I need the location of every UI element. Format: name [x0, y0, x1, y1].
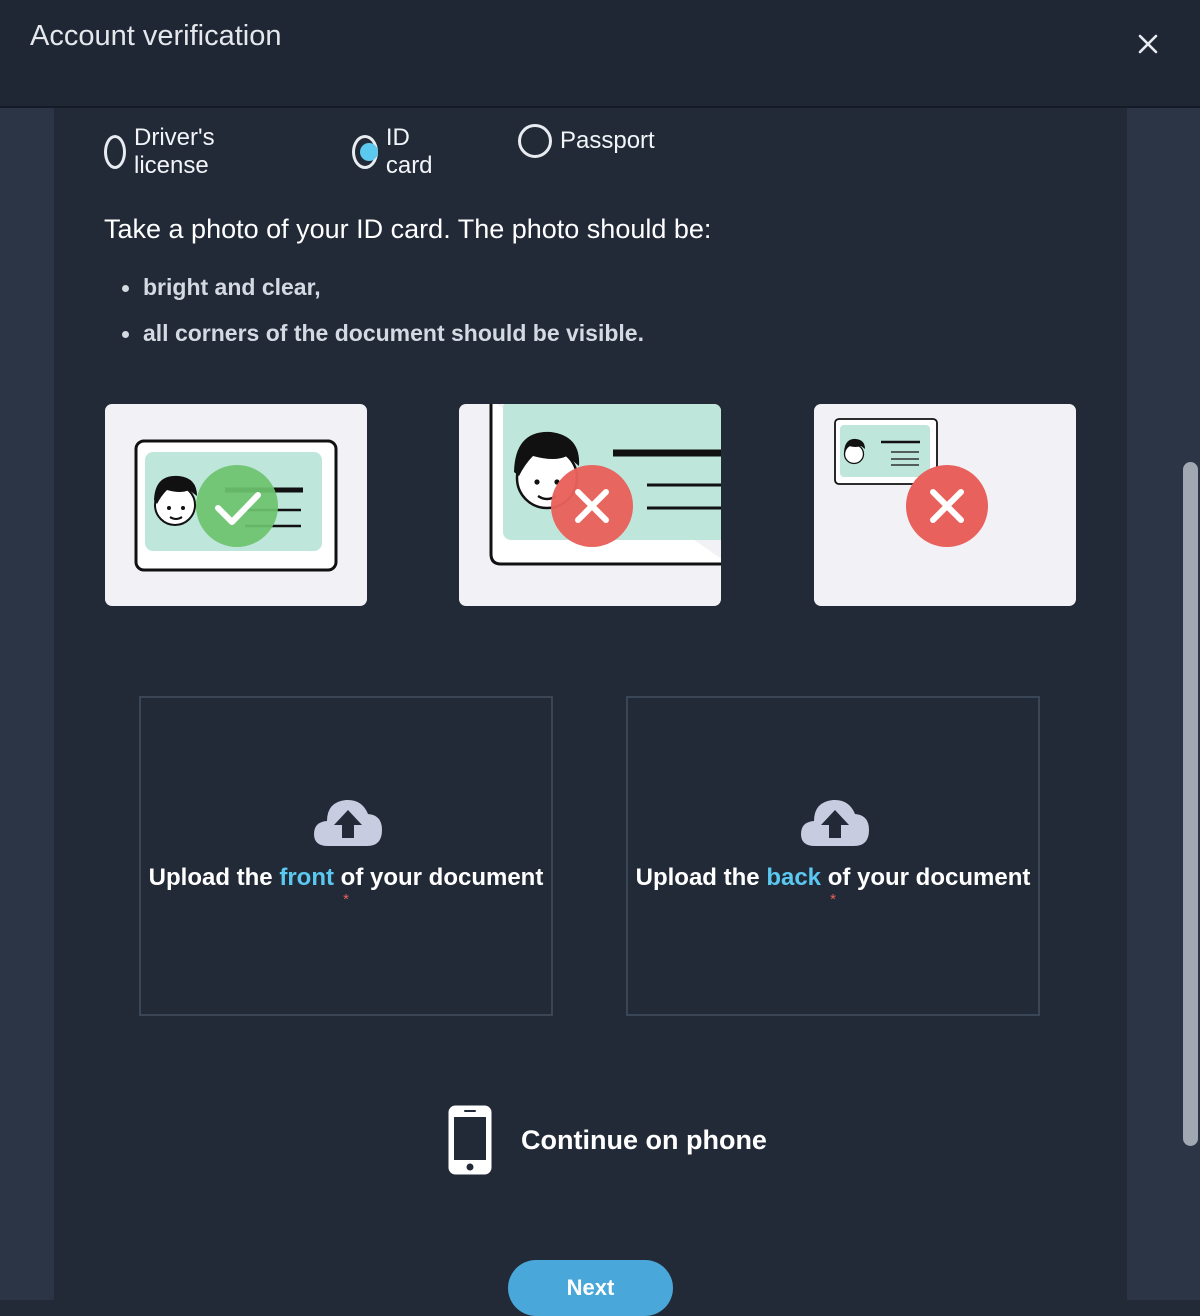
radio-label: Driver's license	[134, 124, 215, 179]
radio-id-card[interactable]: ID card	[352, 124, 441, 180]
face-illustration	[154, 475, 197, 526]
upload-suffix: of your document	[827, 864, 1031, 891]
example-incorrect-cropped	[459, 404, 721, 606]
radio-circle[interactable]	[104, 135, 126, 169]
upload-front-dropzone[interactable]: Upload the front of your document *	[139, 696, 553, 1016]
upload-suffix: of your document	[340, 864, 544, 891]
cloud-upload-icon	[801, 799, 869, 846]
close-button[interactable]	[1134, 30, 1162, 58]
continue-on-phone-label: Continue on phone	[521, 1124, 767, 1155]
left-gutter	[0, 108, 54, 1300]
upload-prefix: Upload the	[148, 864, 273, 891]
phone-icon	[448, 1105, 492, 1175]
radio-drivers-license[interactable]: Driver's license	[104, 124, 227, 180]
upload-back-label: Upload the back of your document	[628, 864, 1038, 892]
example-incorrect-too-far	[814, 404, 1076, 606]
instruction-item: all corners of the document should be vi…	[122, 320, 644, 346]
close-icon	[1138, 34, 1158, 54]
dialog-title: Account verification	[30, 20, 282, 52]
instructions-heading: Take a photo of your ID card. The photo …	[104, 214, 712, 244]
upload-prefix: Upload the	[635, 864, 760, 891]
radio-label: Passport	[560, 127, 655, 154]
scrollbar-thumb[interactable]	[1183, 462, 1198, 1146]
x-icon	[551, 465, 633, 547]
radio-circle[interactable]	[518, 124, 552, 158]
example-correct-photo	[105, 404, 367, 606]
x-icon	[906, 465, 988, 547]
instructions-list: bright and clear, all corners of the doc…	[122, 274, 644, 366]
required-asterisk: *	[830, 891, 836, 908]
upload-back-dropzone[interactable]: Upload the back of your document *	[626, 696, 1040, 1016]
instruction-item: bright and clear,	[122, 274, 644, 300]
upload-highlight: front	[279, 864, 334, 891]
upload-highlight: back	[766, 864, 822, 891]
continue-on-phone-link[interactable]: Continue on phone	[447, 1104, 767, 1176]
upload-front-label: Upload the front of your document	[141, 864, 551, 892]
radio-label: ID card	[385, 124, 433, 179]
next-button[interactable]: Next	[508, 1260, 673, 1316]
dialog-header: Account verification	[0, 0, 1200, 108]
check-icon	[196, 465, 278, 547]
radio-circle-selected[interactable]	[352, 135, 378, 169]
cloud-upload-icon	[314, 799, 382, 846]
face-illustration	[843, 438, 865, 465]
required-asterisk: *	[343, 891, 349, 908]
radio-passport[interactable]: Passport	[518, 124, 655, 158]
